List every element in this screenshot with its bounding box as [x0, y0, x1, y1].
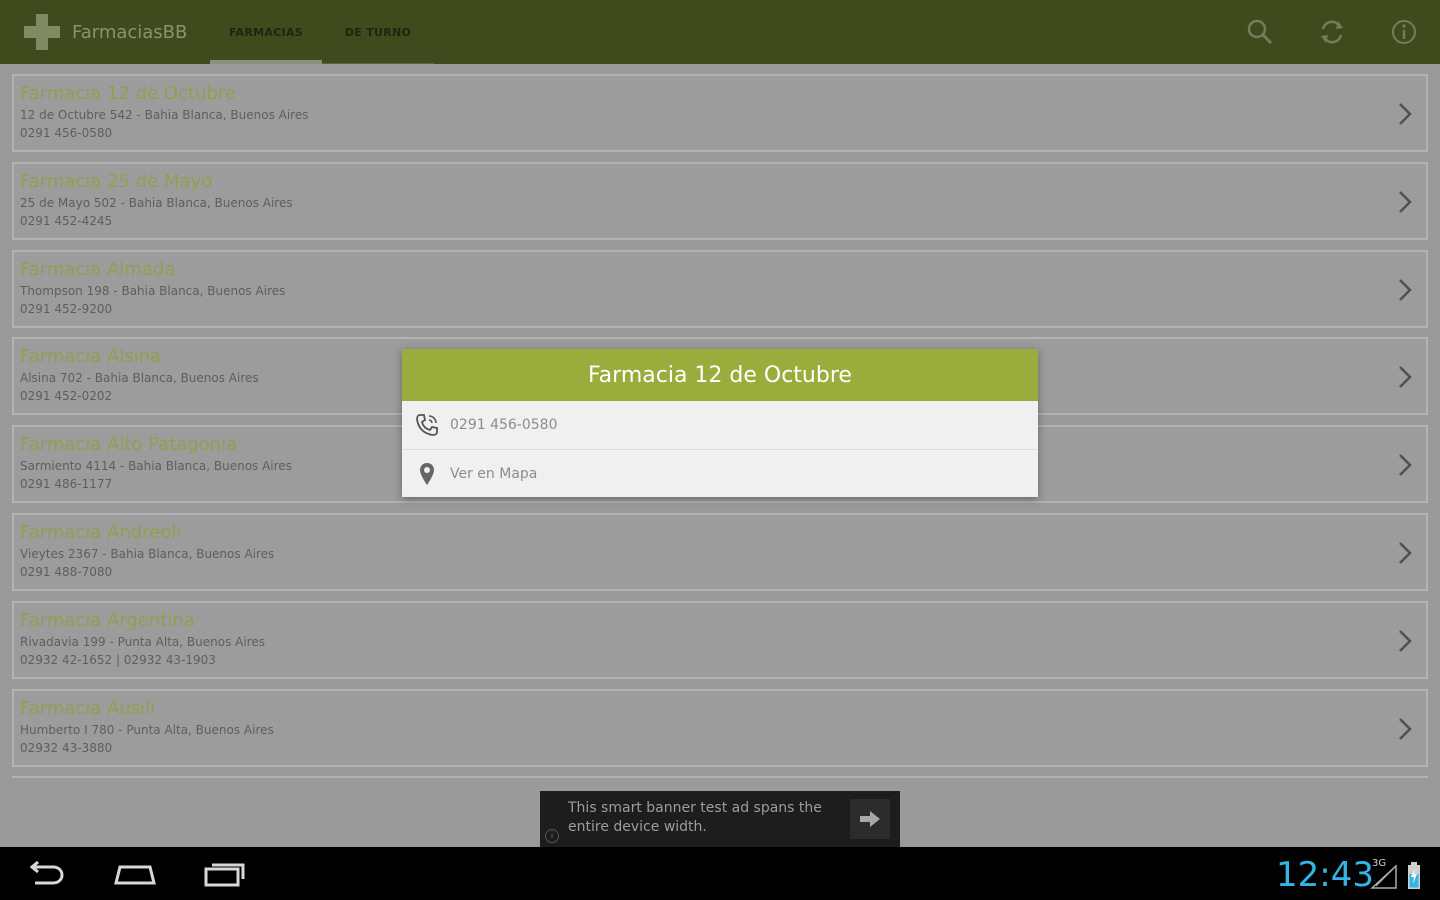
info-button[interactable]	[1368, 0, 1440, 64]
pharmacy-address: 12 de Octubre 542 - Bahia Blanca, Buenos…	[20, 108, 309, 122]
phone-icon	[414, 412, 440, 438]
chevron-right-icon	[1399, 366, 1412, 389]
refresh-button[interactable]	[1296, 0, 1368, 64]
list-item[interactable]: Farmacia Argentina Rivadavia 199 - Punta…	[12, 600, 1428, 679]
signal-icon	[1370, 864, 1397, 889]
pharmacy-name: Farmacia Andreoli	[20, 521, 182, 543]
pharmacy-phone: 0291 452-4245	[20, 213, 113, 228]
recent-apps-button[interactable]	[180, 847, 270, 900]
plus-cross-icon[interactable]	[24, 14, 60, 50]
back-button[interactable]	[0, 847, 90, 900]
pharmacy-address: 25 de Mayo 502 - Bahia Blanca, Buenos Ai…	[20, 195, 293, 210]
chevron-right-icon	[1399, 542, 1412, 564]
list-item[interactable]: Farmacia 25 de Mayo 25 de Mayo 502 - Bah…	[12, 161, 1428, 240]
ad-text: This smart banner test ad spans the enti…	[568, 800, 822, 835]
pharmacy-phone: 0291 452-9200	[20, 301, 113, 316]
action-bar: FarmaciasBB FARMACIAS DE TURNO	[0, 0, 1440, 64]
pharmacy-phone: 02932 42-1652 | 02932 43-1903	[20, 652, 216, 667]
pharmacy-name: Farmacia Almada	[20, 258, 176, 280]
info-icon	[1392, 20, 1416, 44]
status-icons[interactable]: 3G	[1368, 858, 1428, 892]
search-icon	[1247, 19, 1273, 45]
ad-open-button[interactable]	[850, 799, 890, 839]
pharmacy-options-dialog: Farmacia 12 de Octubre 0291 456-0580 Ver…	[402, 349, 1038, 497]
home-button[interactable]	[90, 847, 180, 900]
pharmacy-address: Vieytes 2367 - Bahia Blanca, Buenos Aire…	[20, 546, 275, 561]
tab-farmacias[interactable]: FARMACIAS	[210, 0, 322, 64]
pharmacy-name: Farmacia 25 de Mayo	[20, 170, 213, 192]
pharmacy-name: Farmacia Ausili	[20, 697, 156, 719]
chevron-right-icon	[1399, 717, 1412, 740]
status-clock: 12:43	[1276, 855, 1374, 895]
pharmacy-address: Rivadavia 199 - Punta Alta, Buenos Aires	[20, 634, 265, 649]
ad-banner[interactable]: This smart banner test ad spans the enti…	[540, 791, 900, 847]
recent-apps-icon	[204, 863, 245, 886]
tab-bar: FARMACIAS DE TURNO	[210, 0, 434, 64]
pharmacy-phone: 0291 488-7080	[20, 564, 113, 579]
list-item[interactable]: Farmacia Almada Thompson 198 - Bahia Bla…	[12, 249, 1428, 328]
chevron-right-icon	[1399, 454, 1412, 477]
system-navigation-bar	[0, 847, 1440, 900]
app-title: FarmaciasBB	[72, 21, 188, 43]
list-item[interactable]: Farmacia 12 de Octubre 12 de Octubre 542…	[12, 74, 1428, 152]
pharmacy-name: Farmacia Argentina	[20, 609, 195, 631]
battery-icon	[1408, 862, 1420, 889]
view-map-option[interactable]: Ver en Mapa	[402, 449, 1038, 497]
call-phone-label: 0291 456-0580	[450, 417, 558, 433]
home-icon	[114, 865, 156, 884]
chevron-right-icon	[1399, 629, 1412, 652]
arrow-right-icon	[860, 811, 880, 827]
pharmacy-phone: 0291 456-0580	[20, 126, 113, 140]
pharmacy-name: Farmacia 12 de Octubre	[20, 83, 236, 104]
chevron-right-icon	[1399, 278, 1412, 301]
pharmacy-phone: 02932 43-3880	[20, 740, 113, 755]
refresh-icon	[1321, 20, 1343, 44]
pharmacy-address: Thompson 198 - Bahia Blanca, Buenos Aire…	[20, 283, 286, 298]
map-pin-icon	[414, 461, 440, 487]
chevron-right-icon	[1399, 103, 1412, 125]
view-map-label: Ver en Mapa	[450, 465, 538, 482]
list-item[interactable]: Farmacia Ausili Humberto I 780 - Punta A…	[12, 688, 1428, 767]
tab-de-turno[interactable]: DE TURNO	[322, 0, 434, 64]
call-phone-option[interactable]: 0291 456-0580	[402, 401, 1038, 449]
pharmacy-address: Humberto I 780 - Punta Alta, Buenos Aire…	[20, 722, 274, 737]
chevron-right-icon	[1399, 190, 1412, 213]
list-divider	[12, 776, 1428, 778]
ad-info-icon[interactable]: i	[545, 829, 559, 843]
dialog-title: Farmacia 12 de Octubre	[402, 349, 1038, 401]
list-item[interactable]: Farmacia Andreoli Vieytes 2367 - Bahia B…	[12, 512, 1428, 591]
search-button[interactable]	[1224, 0, 1296, 64]
back-icon	[29, 860, 64, 884]
